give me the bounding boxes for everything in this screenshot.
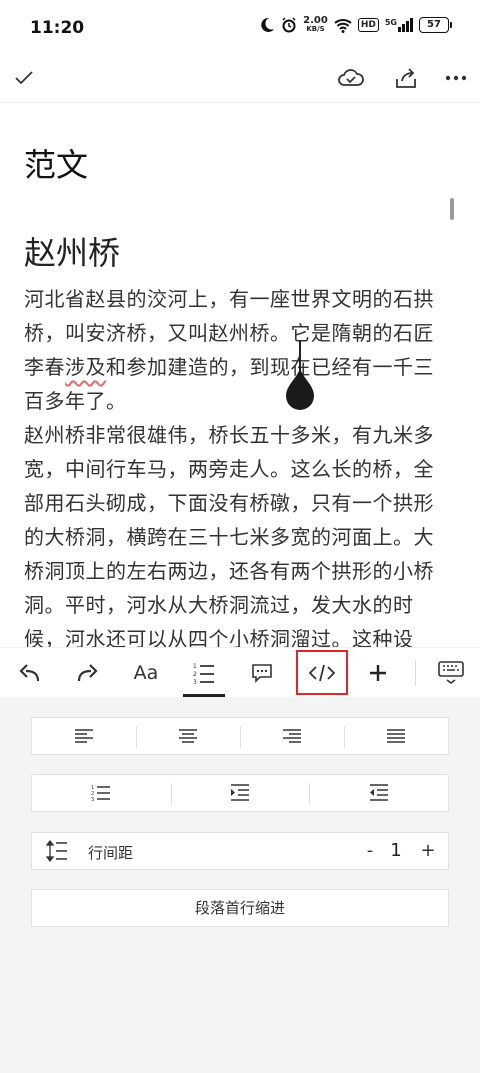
line-spacing-decrease-button[interactable]: -	[358, 839, 382, 863]
keyboard-icon	[438, 661, 464, 684]
cloud-sync-button[interactable]	[331, 60, 371, 96]
moon-icon	[261, 17, 275, 32]
check-icon	[15, 71, 33, 85]
paragraph-format-button[interactable]: 123	[180, 652, 228, 694]
more-options-button[interactable]	[436, 60, 476, 96]
align-left-button[interactable]	[32, 718, 136, 754]
spellcheck-flagged-word[interactable]: 涉及	[65, 355, 106, 379]
paragraph-2: 赵州桥非常很雄伟，桥长五十多米，有九米多宽，中间行车马，两旁走人。这么长的桥，全…	[24, 423, 434, 647]
scrollbar-thumb[interactable]	[450, 198, 454, 220]
battery-icon: 57	[419, 17, 452, 33]
wifi-icon	[334, 18, 352, 33]
document-heading: 赵州桥	[24, 234, 121, 272]
numbered-list-button[interactable]: 123	[32, 775, 171, 811]
align-justify-icon	[387, 729, 405, 743]
hide-keyboard-button[interactable]	[427, 652, 475, 694]
more-icon	[445, 75, 467, 81]
numbered-list-icon: 123	[193, 663, 214, 685]
alignment-group	[31, 717, 449, 755]
top-action-bar	[0, 56, 480, 103]
align-justify-button[interactable]	[344, 718, 448, 754]
undo-button[interactable]	[6, 652, 54, 694]
numbered-list-icon: 123	[91, 785, 111, 802]
status-time: 11:20	[30, 18, 85, 38]
net-speed: 2.00 KB/S	[303, 16, 328, 34]
line-spacing-icon	[46, 840, 67, 862]
font-style-button[interactable]: Aa	[122, 652, 170, 694]
line-spacing-row: 行间距 - 1 +	[31, 832, 449, 870]
svg-text:3: 3	[91, 797, 94, 802]
document-editor[interactable]: 范文 赵州桥 河北省赵县的洨河上，有一座世界文明的石拱桥，叫安济桥，又叫赵州桥。…	[24, 102, 454, 647]
svg-text:2: 2	[193, 671, 197, 678]
cursor-handle-icon[interactable]	[286, 366, 314, 410]
redo-icon	[77, 664, 98, 682]
line-spacing-value: 1	[390, 840, 402, 861]
signal-label: 5G	[384, 18, 397, 27]
battery-level: 57	[419, 17, 449, 33]
line-spacing-increase-button[interactable]: +	[416, 839, 440, 863]
font-style-label: Aa	[133, 662, 159, 684]
paragraph-1: 河北省赵县的洨河上，有一座世界文明的石拱桥，叫安济桥，又叫赵州桥。它是隋朝的石匠…	[24, 282, 450, 418]
undo-icon	[19, 664, 40, 682]
redo-button[interactable]	[63, 652, 111, 694]
indent-increase-icon	[231, 784, 249, 801]
insert-button[interactable]	[354, 652, 402, 694]
document-body: 河北省赵县的洨河上，有一座世界文明的石拱桥，叫安济桥，又叫赵州桥。它是隋朝的石匠…	[24, 282, 450, 647]
status-bar: 11:20 2.00 KB/S HD 5G 57	[0, 0, 480, 56]
format-toolbar: Aa 123	[0, 647, 480, 698]
align-left-icon	[75, 729, 93, 743]
share-button[interactable]	[386, 60, 426, 96]
list-indent-group: 123	[31, 774, 449, 812]
document-title: 范文	[24, 146, 89, 184]
decrease-indent-button[interactable]	[309, 775, 448, 811]
comment-icon	[252, 664, 272, 683]
code-button-highlight	[296, 650, 348, 695]
status-icons: 2.00 KB/S HD 5G 57	[259, 16, 452, 34]
net-speed-unit: KB/S	[306, 25, 325, 33]
align-center-button[interactable]	[136, 718, 240, 754]
align-right-icon	[283, 729, 301, 743]
cloud-check-icon	[338, 69, 364, 86]
done-button[interactable]	[4, 60, 44, 96]
increase-indent-button[interactable]	[170, 775, 310, 811]
hd-badge: HD	[357, 18, 379, 32]
paragraph-format-panel: 123 行间距 - 1 + 段落首行缩进	[0, 697, 480, 1073]
alarm-icon	[282, 17, 296, 33]
align-center-icon	[179, 729, 197, 743]
first-line-indent-button[interactable]: 段落首行缩进	[31, 889, 449, 927]
indent-decrease-icon	[369, 784, 388, 801]
plus-icon	[370, 665, 386, 681]
share-icon	[396, 68, 416, 88]
signal-icon: 5G	[385, 18, 413, 32]
toolbar-divider	[415, 660, 416, 686]
svg-text:1: 1	[193, 663, 197, 670]
net-speed-value: 2.00	[303, 15, 328, 26]
align-right-button[interactable]	[240, 718, 344, 754]
svg-text:3: 3	[193, 679, 197, 685]
line-spacing-label: 行间距	[88, 844, 134, 862]
comment-button[interactable]	[238, 652, 286, 694]
